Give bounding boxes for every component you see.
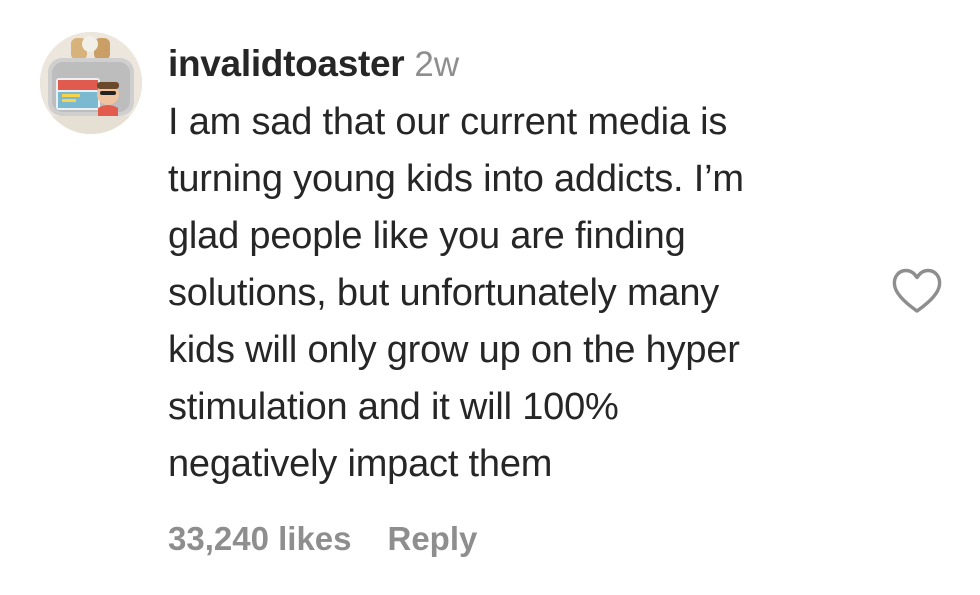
comment-text-line: glad people like you are finding <box>168 215 686 257</box>
reply-button[interactable]: Reply <box>388 520 478 557</box>
comment-header: invalidtoaster 2w <box>168 40 459 96</box>
comment-text-line: negatively impact them <box>168 443 553 485</box>
comment-text: I am sad that our current media is turni… <box>168 94 858 493</box>
toaster-avatar-image <box>40 32 142 134</box>
comment-text-line: solutions, but unfortunately many <box>168 272 720 314</box>
comment-text-line: stimulation and it will 100% <box>168 386 619 428</box>
comment-text-line: I am sad that our current media is <box>168 101 728 143</box>
comment-text-line: kids will only grow up on the hyper <box>168 329 740 371</box>
heart-outline-icon <box>892 268 942 313</box>
timestamp[interactable]: 2w <box>414 45 459 84</box>
username-link[interactable]: invalidtoaster <box>168 43 405 84</box>
comment-footer: 33,240 likes Reply <box>168 515 477 563</box>
comment-text-line: turning young kids into addicts. I’m <box>168 158 744 200</box>
like-button[interactable] <box>890 266 944 316</box>
likes-count[interactable]: 33,240 likes <box>168 520 352 557</box>
comment: invalidtoaster 2w I am sad that our curre… <box>0 0 980 595</box>
avatar[interactable] <box>40 32 142 134</box>
